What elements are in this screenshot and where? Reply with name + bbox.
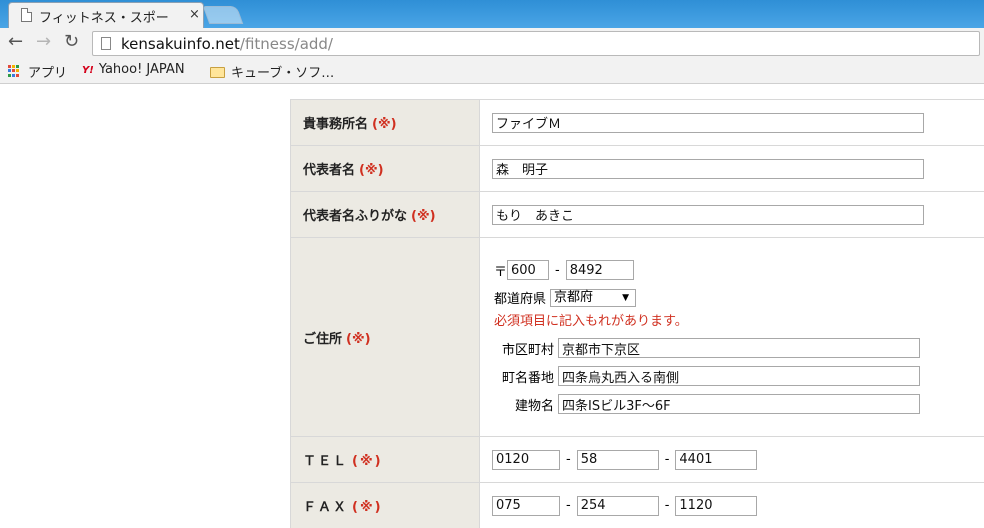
fax-part-1-input[interactable]	[492, 495, 560, 516]
url-path: /fitness/add/	[239, 35, 333, 53]
form-row-address: ご住所(※) 〒 - 都道府県 京都府▼ 必須項目に記入もれがあります。 市区町…	[290, 237, 984, 437]
form-row-office-name: 貴事務所名 (※)	[290, 99, 984, 146]
representative-input[interactable]	[492, 158, 924, 179]
postal-code-2-input[interactable]	[565, 260, 634, 280]
form-row-representative-kana: 代表者名ふりがな (※)	[290, 191, 984, 238]
field-label: ご住所 (※)	[290, 237, 480, 437]
postal-code-1-input[interactable]	[507, 260, 550, 280]
page-icon	[21, 8, 32, 22]
required-mark: (※)	[372, 117, 397, 132]
fax-part-2-input[interactable]	[576, 495, 659, 516]
form-row-representative: 代表者名 (※)	[290, 145, 984, 192]
city-row: 市区町村	[494, 338, 984, 358]
building-label: 建物名	[514, 398, 554, 414]
bookmark-folder-label: キューブ・ソフ…	[231, 66, 335, 81]
reload-icon[interactable]: ↻	[64, 32, 79, 52]
city-label: 市区町村	[501, 342, 554, 358]
required-mark: (※)	[352, 454, 383, 469]
required-mark: (※)	[352, 500, 383, 515]
tel-part-3-input[interactable]	[675, 449, 758, 470]
city-input[interactable]	[558, 338, 920, 358]
yahoo-icon: Y!	[82, 65, 94, 76]
tel-dash: -	[566, 452, 571, 467]
bookmarks-bar: アプリ Y! Yahoo! JAPAN キューブ・ソフ…	[0, 58, 984, 84]
browser-toolbar: ← → ↻ kensakuinfo.net/fitness/add/	[0, 28, 984, 58]
bookmark-apps[interactable]: アプリ	[8, 62, 67, 81]
building-input[interactable]	[558, 394, 920, 414]
postal-dash: -	[555, 262, 560, 278]
street-label: 町名番地	[501, 370, 554, 386]
tel-part-2-input[interactable]	[576, 449, 659, 470]
fax-dash: -	[566, 498, 571, 513]
building-row: 建物名	[494, 394, 984, 414]
prefecture-row: 都道府県 京都府 ▼	[494, 288, 984, 307]
tab-strip: フィットネス・スポー ×	[0, 0, 984, 28]
registration-form: 貴事務所名(※) 代表者名(※) 代表者名ふりがな(※) ご住所(※) 〒 - …	[290, 99, 984, 528]
prefecture-select[interactable]: 京都府 ▼	[550, 288, 637, 307]
tab-title: フィットネス・スポー	[39, 11, 169, 26]
field-label: ＴＥＬ (※)	[290, 436, 480, 483]
street-input[interactable]	[558, 366, 920, 386]
fax-dash: -	[664, 498, 670, 513]
address-error: 必須項目に記入もれがあります。	[494, 310, 984, 329]
folder-icon	[210, 67, 225, 78]
bookmark-yahoo[interactable]: Y! Yahoo! JAPAN	[82, 62, 185, 77]
field-label: 代表者名ふりがな (※)	[290, 191, 480, 238]
bookmark-yahoo-label: Yahoo! JAPAN	[98, 62, 185, 77]
postal-row: 〒 -	[494, 260, 984, 280]
required-mark: (※)	[411, 209, 436, 224]
page-icon	[101, 37, 111, 50]
representative-kana-input[interactable]	[492, 204, 924, 225]
page-content: 貴事務所名(※) 代表者名(※) 代表者名ふりがな(※) ご住所(※) 〒 - …	[0, 85, 984, 528]
form-row-fax: ＦＡＸ(※) - -	[290, 482, 984, 528]
bookmark-folder[interactable]: キューブ・ソフ…	[210, 62, 334, 81]
required-mark: (※)	[346, 331, 371, 347]
field-label: 代表者名 (※)	[290, 145, 480, 192]
postal-mark: 〒	[494, 264, 508, 280]
forward-arrow-icon[interactable]: →	[36, 32, 51, 52]
chevron-down-icon: ▼	[622, 292, 630, 303]
new-tab-button[interactable]	[202, 6, 244, 24]
form-row-tel: ＴＥＬ(※) - -	[290, 436, 984, 483]
close-tab-icon[interactable]: ×	[189, 7, 200, 22]
back-arrow-icon[interactable]: ←	[8, 32, 23, 52]
fax-part-3-input[interactable]	[675, 495, 758, 516]
address-bar[interactable]: kensakuinfo.net/fitness/add/	[92, 31, 980, 56]
tel-dash: -	[664, 452, 670, 467]
error-message: 必須項目に記入もれがあります。	[494, 314, 688, 329]
browser-tab[interactable]: フィットネス・スポー ×	[8, 2, 204, 28]
street-row: 町名番地	[494, 366, 984, 386]
field-label: ＦＡＸ (※)	[290, 482, 480, 528]
required-mark: (※)	[359, 163, 384, 178]
tel-part-1-input[interactable]	[492, 449, 560, 470]
office-name-input[interactable]	[492, 112, 924, 133]
prefecture-label: 都道府県	[494, 292, 547, 307]
apps-grid-icon	[8, 65, 20, 77]
url-host: kensakuinfo.net	[121, 35, 240, 53]
field-label: 貴事務所名 (※)	[290, 99, 480, 146]
url-text: kensakuinfo.net/fitness/add/	[121, 35, 333, 53]
